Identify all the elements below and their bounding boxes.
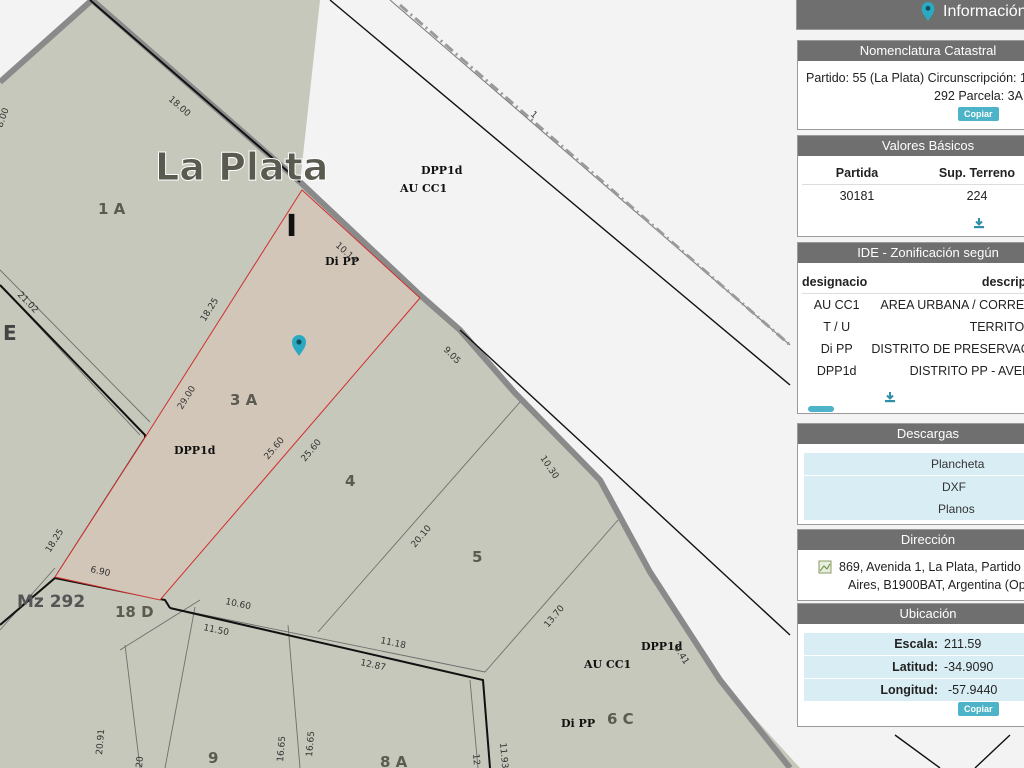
- descargas-header: Descargas: [798, 424, 1024, 444]
- measure-label: 12: [470, 753, 481, 765]
- zona-designacion: Di PP: [820, 342, 853, 356]
- nomenclatura-header: Nomenclatura Catastral: [798, 41, 1024, 61]
- latitud-row: Latitud: -34.9090: [804, 656, 1024, 679]
- direccion-header: Dirección: [798, 530, 1024, 550]
- block-label: Mz 292: [17, 592, 85, 612]
- zona-descripcion: AREA URBANA / CORREDOR: [880, 298, 1024, 312]
- zone-label: Di PP: [561, 717, 595, 730]
- measure-label: 20: [135, 756, 146, 768]
- zona-descripcion: DISTRITO PP - AVENIDA: [909, 364, 1024, 378]
- download-plancheta[interactable]: Plancheta: [804, 453, 1024, 475]
- download-dxf-label: DXF: [942, 480, 966, 494]
- escala-label: Escala:: [894, 637, 938, 651]
- zona-designacion: DPP1d: [816, 364, 857, 378]
- longitud-row: Longitud: -57.9440: [804, 679, 1024, 702]
- parcel-label-9: 9: [208, 749, 218, 767]
- parcel-label-4: 4: [345, 472, 355, 490]
- zona-designacion: T / U: [823, 320, 851, 334]
- nomenclatura-line2: 292 Parcela: 3A: [934, 89, 1023, 103]
- copy-nomenclatura-button[interactable]: Copiar: [958, 107, 999, 121]
- download-plancheta-label: Plancheta: [931, 457, 985, 471]
- col-designacion: designacio: [802, 271, 872, 294]
- escala-row: Escala: 211.59: [804, 633, 1024, 656]
- circunscription-label: I: [286, 209, 297, 244]
- direccion-line2: Aires, B1900BAT, Argentina (Open: [848, 578, 1024, 592]
- download-icon[interactable]: [884, 390, 896, 408]
- col-sup-terreno: Sup. Terreno: [912, 162, 1024, 185]
- col-descripcion: descripcion: [871, 271, 1024, 294]
- parcel-label-8a: 8 A: [380, 753, 408, 768]
- download-planos-label: Planos: [938, 502, 975, 516]
- valores-table: Partida Sup. Terreno 30181 224: [802, 162, 1024, 207]
- longitud-value: -57.9440: [948, 683, 998, 697]
- latitud-label: Latitud:: [892, 660, 938, 674]
- download-planos[interactable]: Planos: [804, 498, 1024, 520]
- info-panel-title-bar: Información: [796, 0, 1024, 30]
- direccion-line1: 869, Avenida 1, La Plata, Partido de: [839, 560, 1024, 574]
- valores-basicos-section: Valores Básicos Partida Sup. Terreno 301…: [797, 135, 1024, 237]
- zonificacion-section: IDE - Zonificación según designacio desc…: [797, 242, 1024, 414]
- horizontal-scrollbar[interactable]: [808, 406, 834, 412]
- parcel-label-18d: 18 D: [115, 603, 154, 621]
- zona-designacion: AU CC1: [813, 298, 860, 312]
- parcel-label-3a: 3 A: [230, 391, 258, 409]
- partida-value: 30181: [839, 189, 875, 203]
- nomenclatura-section: Nomenclatura Catastral Partido: 55 (La P…: [797, 40, 1024, 130]
- zona-descripcion: DISTRITO DE PRESERVACION: [871, 342, 1024, 356]
- info-panel: Información Nomenclatura Catastral Parti…: [796, 0, 1024, 768]
- city-label: La Plata: [155, 145, 328, 189]
- longitud-label: Longitud:: [880, 683, 938, 697]
- escala-value: 211.59: [944, 637, 982, 651]
- nomenclatura-line1: Partido: 55 (La Plata) Circunscripción: …: [806, 71, 1024, 85]
- sup-terreno-value: 224: [966, 189, 988, 203]
- direccion-section: Dirección 869, Avenida 1, La Plata, Part…: [797, 529, 1024, 601]
- ubicacion-section: Ubicación Escala: 211.59 Latitud: -34.90…: [797, 603, 1024, 727]
- latitud-value: -34.9090: [944, 660, 994, 674]
- copy-ubicacion-button[interactable]: Copiar: [958, 702, 999, 716]
- measure-label: 11.93: [497, 742, 509, 768]
- zone-label: AU CC1: [583, 658, 631, 671]
- download-icon[interactable]: [973, 216, 985, 234]
- map-icon: [818, 560, 832, 579]
- zone-label: DPP1d: [421, 164, 463, 177]
- parcel-label-5: 5: [472, 548, 482, 566]
- location-pin-icon: [921, 2, 935, 27]
- zona-descripcion: TERRITORIAL: [969, 320, 1024, 334]
- valores-basicos-header: Valores Básicos: [798, 136, 1024, 156]
- info-panel-title: Información: [943, 3, 1024, 20]
- zone-label: AU CC1: [399, 182, 447, 195]
- parcel-label-e: E: [3, 321, 17, 345]
- parcel-label-6c: 6 C: [607, 710, 634, 728]
- ubicacion-header: Ubicación: [798, 604, 1024, 624]
- zonificacion-header: IDE - Zonificación según: [798, 243, 1024, 263]
- col-partida: Partida: [802, 162, 912, 185]
- zone-label: DPP1d: [174, 444, 216, 457]
- download-dxf[interactable]: DXF: [804, 476, 1024, 498]
- parcel-label-1a: 1 A: [98, 200, 126, 218]
- descargas-section: Descargas Plancheta DXF Planos: [797, 423, 1024, 525]
- zonificacion-table: designacio descripcion AU CC1 AREA URBANA…: [802, 271, 1024, 382]
